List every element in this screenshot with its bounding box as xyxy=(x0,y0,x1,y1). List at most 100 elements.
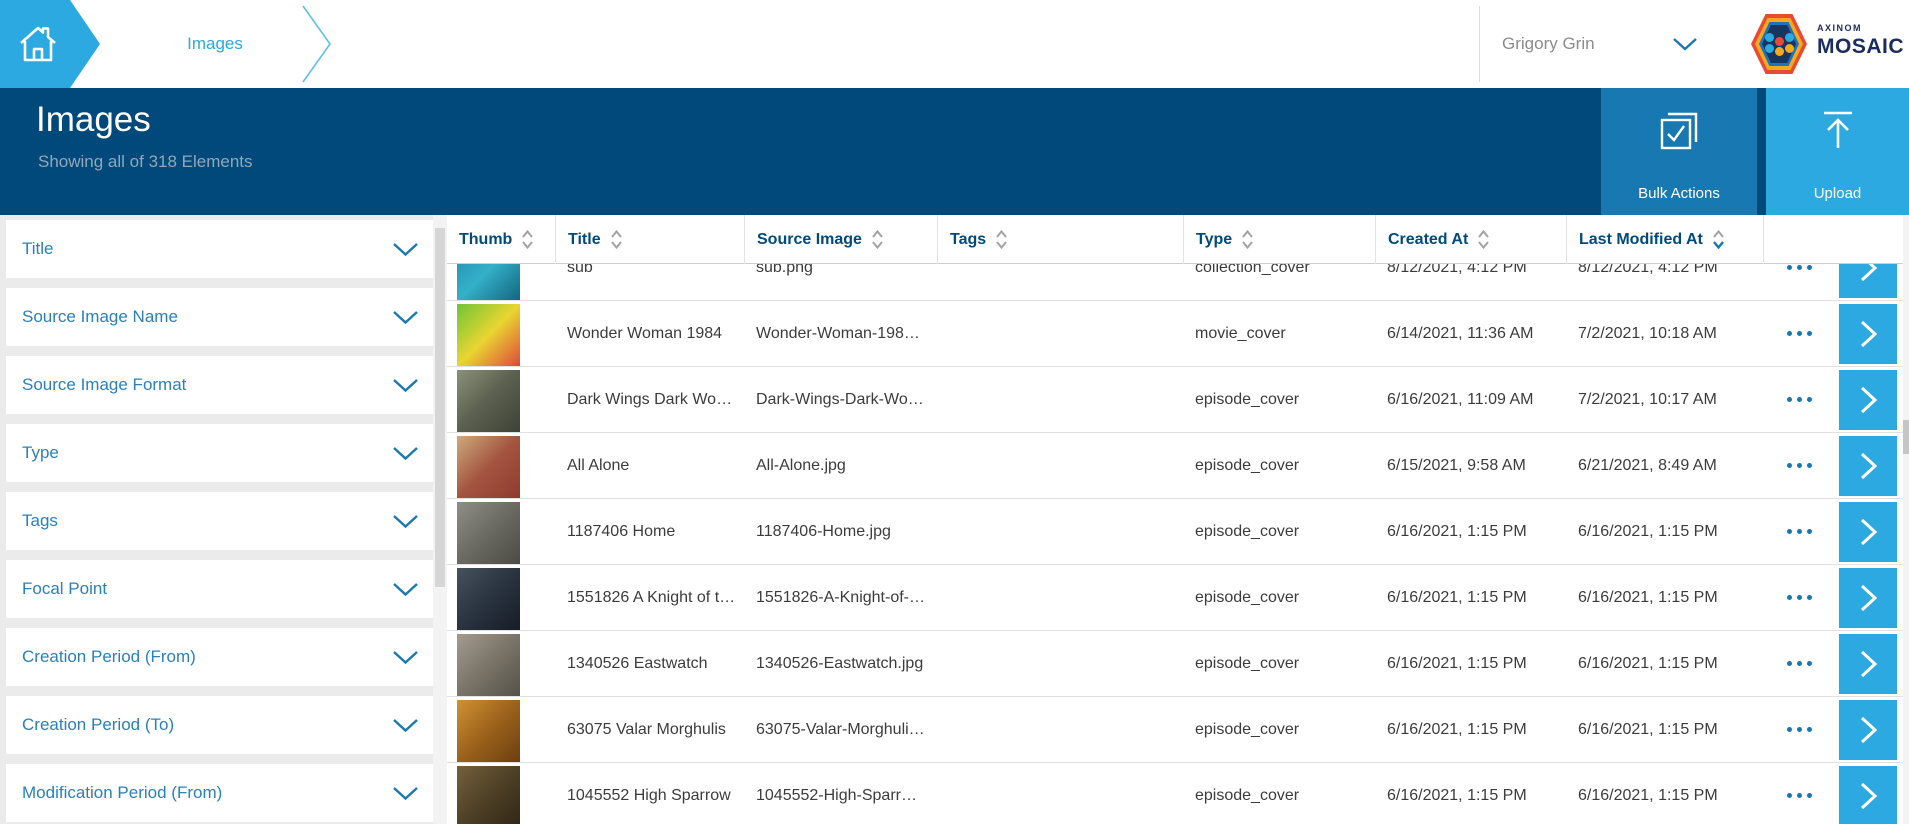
row-open-button[interactable] xyxy=(1839,502,1897,562)
filter-accordion-modification-period-from[interactable]: Modification Period (From) xyxy=(6,764,433,822)
image-thumbnail[interactable] xyxy=(457,370,520,432)
chevron-right-icon xyxy=(1856,516,1880,548)
row-open-button[interactable] xyxy=(1839,568,1897,628)
filter-accordion-tags[interactable]: Tags xyxy=(6,492,433,550)
filter-accordion-title[interactable]: Title xyxy=(6,220,433,278)
source-image-cell: 63075-Valar-Morghuli… xyxy=(744,697,937,762)
column-header-source-image[interactable]: Source Image xyxy=(744,215,937,264)
home-icon xyxy=(15,21,61,67)
source-image-cell: sub.png xyxy=(744,264,937,300)
row-open-button[interactable] xyxy=(1839,634,1897,694)
sort-icon[interactable] xyxy=(610,229,623,250)
chevron-down-icon xyxy=(392,786,419,801)
chevron-right-icon xyxy=(1856,264,1880,284)
sidebar-scrollbar-thumb[interactable] xyxy=(435,228,445,587)
image-thumbnail[interactable] xyxy=(457,264,520,300)
sidebar-scrollbar[interactable] xyxy=(433,215,447,824)
source-image-cell: Wonder-Woman-198… xyxy=(744,301,937,366)
column-header-label: Last Modified At xyxy=(1579,231,1703,249)
type-cell: movie_cover xyxy=(1183,301,1375,366)
sort-icon[interactable] xyxy=(995,229,1008,250)
sort-icon[interactable] xyxy=(1712,229,1725,250)
column-header-created-at[interactable]: Created At xyxy=(1375,215,1566,264)
bulk-actions-icon xyxy=(1656,108,1702,152)
row-open-button[interactable] xyxy=(1839,700,1897,760)
row-open-button[interactable] xyxy=(1839,370,1897,430)
filter-label: Source Image Name xyxy=(22,288,178,346)
column-header-type[interactable]: Type xyxy=(1183,215,1375,264)
table-row[interactable]: 1340526 Eastwatch 1340526-Eastwatch.jpg … xyxy=(447,631,1903,697)
chevron-right-icon xyxy=(1856,384,1880,416)
breadcrumb-item-images[interactable]: Images xyxy=(120,0,310,88)
logo-text-axinom: AXINOM xyxy=(1817,23,1904,33)
row-open-button[interactable] xyxy=(1839,436,1897,496)
logo-text-mosaic: MOSAIC xyxy=(1817,35,1904,59)
type-cell: episode_cover xyxy=(1183,697,1375,762)
source-image-cell: 1340526-Eastwatch.jpg xyxy=(744,631,937,696)
row-open-button[interactable] xyxy=(1839,264,1897,298)
filter-label: Focal Point xyxy=(22,560,107,618)
table-row[interactable]: 1045552 High Sparrow 1045552-High-Sparr…… xyxy=(447,763,1903,824)
filter-accordion-creation-period-from[interactable]: Creation Period (From) xyxy=(6,628,433,686)
page-title: Images xyxy=(36,100,151,140)
filter-accordion-source-image-name[interactable]: Source Image Name xyxy=(6,288,433,346)
column-header-tags[interactable]: Tags xyxy=(937,215,1183,264)
column-header-label: Type xyxy=(1196,231,1232,249)
upload-icon xyxy=(1816,108,1860,152)
column-header-label: Thumb xyxy=(459,231,512,249)
upload-button[interactable]: Upload xyxy=(1766,88,1909,215)
image-thumbnail[interactable] xyxy=(457,766,520,824)
user-menu-name[interactable]: Grigory Grin xyxy=(1502,0,1595,88)
sort-icon[interactable] xyxy=(871,229,884,250)
thumb-cell xyxy=(447,763,555,824)
filter-label: Type xyxy=(22,424,59,482)
image-thumbnail[interactable] xyxy=(457,502,520,564)
column-header-title[interactable]: Title xyxy=(555,215,744,264)
chevron-down-icon[interactable] xyxy=(1672,37,1698,52)
filter-accordion-source-image-format[interactable]: Source Image Format xyxy=(6,356,433,414)
sort-icon[interactable] xyxy=(1241,229,1254,250)
image-thumbnail[interactable] xyxy=(457,634,520,696)
image-thumbnail[interactable] xyxy=(457,436,520,498)
chevron-down-icon xyxy=(392,446,419,461)
table-body-viewport: sub sub.png collection_cover 8/12/2021, … xyxy=(447,264,1903,824)
filter-accordion-creation-period-to[interactable]: Creation Period (To) xyxy=(6,696,433,754)
thumb-cell xyxy=(447,697,555,762)
bulk-actions-button[interactable]: Bulk Actions xyxy=(1601,88,1757,215)
table-row[interactable]: 63075 Valar Morghulis 63075-Valar-Morghu… xyxy=(447,697,1903,763)
created-at-cell: 6/16/2021, 1:15 PM xyxy=(1375,565,1566,630)
table-row[interactable]: 1187406 Home 1187406-Home.jpg episode_co… xyxy=(447,499,1903,565)
type-cell: episode_cover xyxy=(1183,367,1375,432)
image-thumbnail[interactable] xyxy=(457,700,520,762)
bulk-actions-label: Bulk Actions xyxy=(1601,185,1757,202)
image-thumbnail[interactable] xyxy=(457,568,520,630)
thumb-cell xyxy=(447,433,555,498)
home-button[interactable] xyxy=(0,0,100,88)
modified-at-cell: 6/16/2021, 1:15 PM xyxy=(1566,499,1763,564)
table-row[interactable]: 1551826 A Knight of t… 1551826-A-Knight-… xyxy=(447,565,1903,631)
table-scrollbar-thumb[interactable] xyxy=(1903,420,1909,454)
sort-icon[interactable] xyxy=(1477,229,1490,250)
image-thumbnail[interactable] xyxy=(457,304,520,366)
filter-label: Creation Period (From) xyxy=(22,628,196,686)
tags-cell xyxy=(937,499,1183,564)
chevron-down-icon xyxy=(392,718,419,733)
source-image-cell: All-Alone.jpg xyxy=(744,433,937,498)
title-cell: 1045552 High Sparrow xyxy=(555,763,744,824)
column-header-last-modified-at[interactable]: Last Modified At xyxy=(1566,215,1763,264)
table-row[interactable]: Dark Wings Dark Wo… Dark-Wings-Dark-Wo… … xyxy=(447,367,1903,433)
table-scrollbar[interactable] xyxy=(1903,215,1909,824)
column-header-thumb[interactable]: Thumb xyxy=(447,215,555,264)
chevron-right-icon xyxy=(1856,714,1880,746)
chevron-down-icon xyxy=(392,514,419,529)
table-row[interactable]: All Alone All-Alone.jpg episode_cover 6/… xyxy=(447,433,1903,499)
table-row[interactable]: Wonder Woman 1984 Wonder-Woman-198… movi… xyxy=(447,301,1903,367)
filter-accordion-type[interactable]: Type xyxy=(6,424,433,482)
row-open-button[interactable] xyxy=(1839,304,1897,364)
sort-icon[interactable] xyxy=(521,229,534,250)
table-row[interactable]: sub sub.png collection_cover 8/12/2021, … xyxy=(447,264,1903,301)
filter-accordion-focal-point[interactable]: Focal Point xyxy=(6,560,433,618)
chevron-down-icon xyxy=(392,582,419,597)
thumb-cell xyxy=(447,301,555,366)
row-open-button[interactable] xyxy=(1839,766,1897,824)
